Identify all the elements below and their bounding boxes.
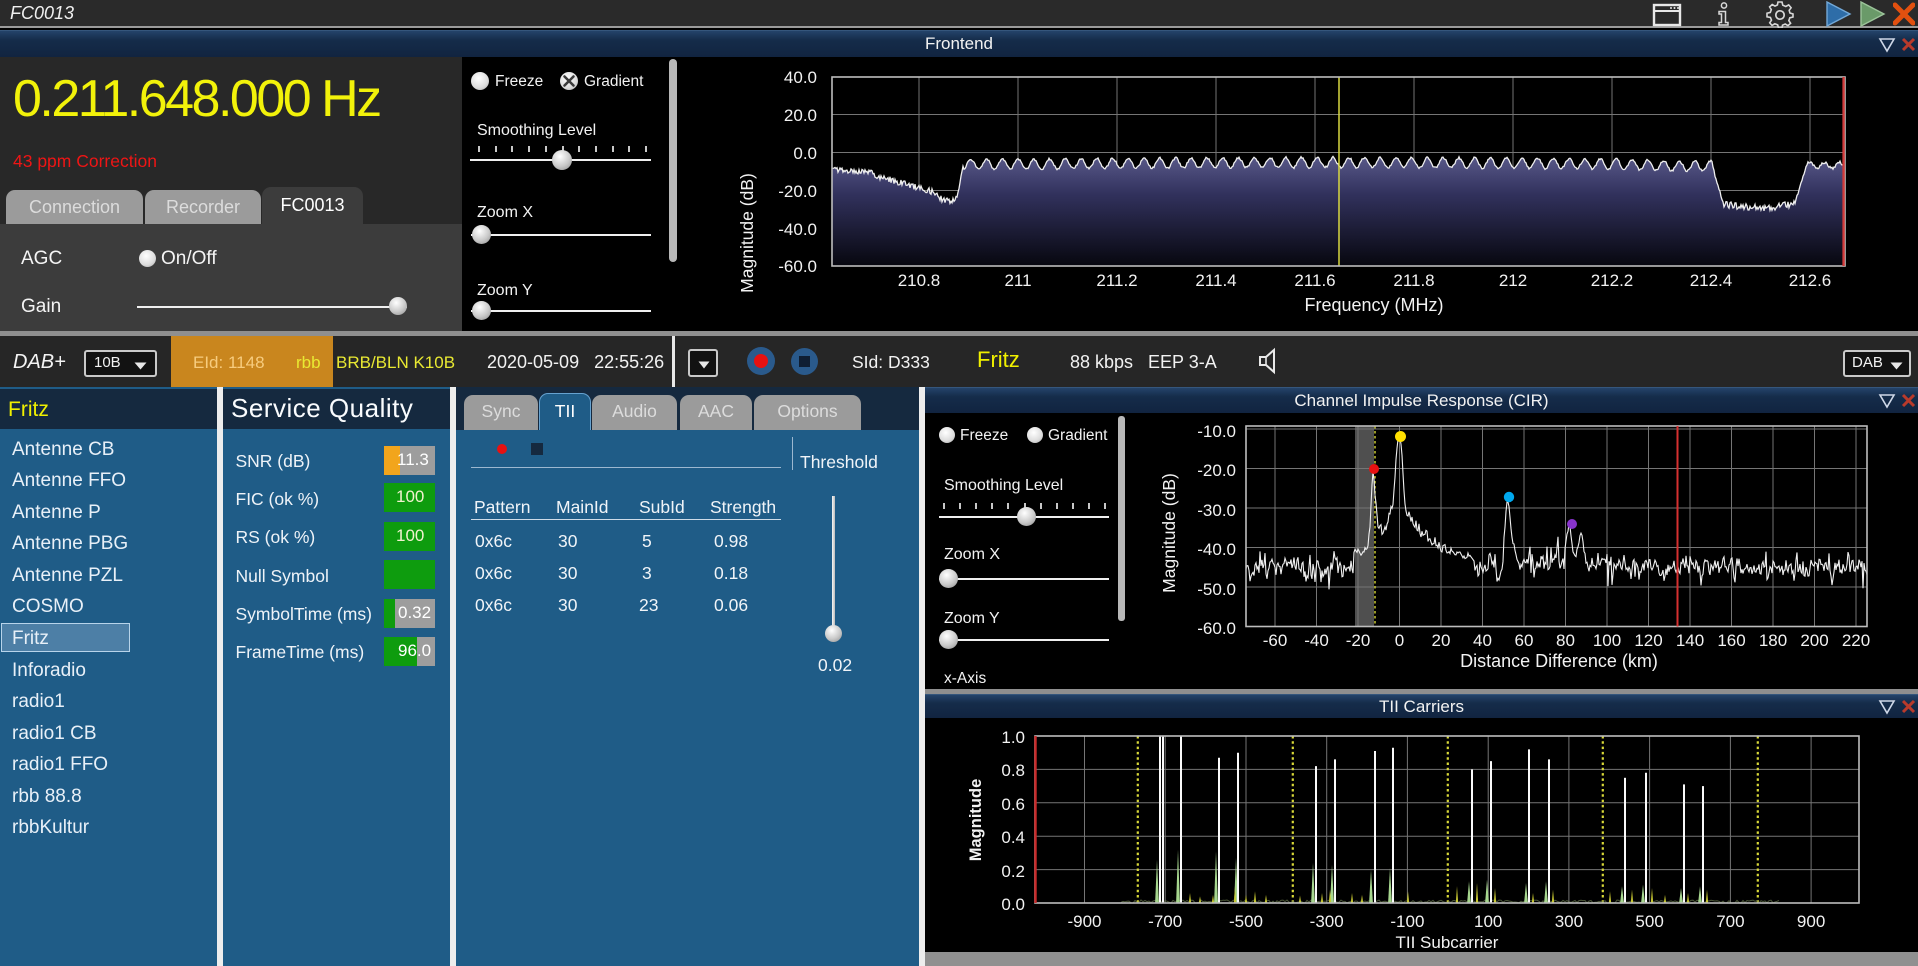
- svg-text:212.2: 212.2: [1591, 271, 1634, 290]
- svg-text:160: 160: [1717, 631, 1745, 650]
- svg-text:300: 300: [1555, 912, 1583, 931]
- svg-text:Magnitude: Magnitude: [967, 779, 985, 862]
- svg-text:1.0: 1.0: [1001, 728, 1025, 747]
- svg-text:212: 212: [1499, 271, 1527, 290]
- svg-text:-30.0: -30.0: [1197, 501, 1236, 520]
- svg-text:211.4: 211.4: [1195, 271, 1236, 290]
- svg-text:100: 100: [1474, 912, 1502, 931]
- svg-text:212.4: 212.4: [1690, 271, 1733, 290]
- svg-text:-40.0: -40.0: [778, 220, 817, 239]
- svg-text:0.2: 0.2: [1001, 862, 1025, 881]
- svg-text:-900: -900: [1067, 912, 1101, 931]
- svg-text:100: 100: [1593, 631, 1621, 650]
- svg-text:900: 900: [1797, 912, 1825, 931]
- svg-text:-300: -300: [1310, 912, 1344, 931]
- svg-text:40: 40: [1473, 631, 1492, 650]
- svg-text:211.6: 211.6: [1294, 271, 1335, 290]
- svg-text:-20.0: -20.0: [1197, 461, 1236, 480]
- svg-text:140: 140: [1676, 631, 1704, 650]
- svg-text:-50.0: -50.0: [1197, 580, 1236, 599]
- svg-text:0: 0: [1395, 631, 1404, 650]
- svg-text:0.6: 0.6: [1001, 795, 1025, 814]
- svg-text:-60.0: -60.0: [778, 257, 817, 276]
- svg-text:200: 200: [1800, 631, 1828, 650]
- svg-text:700: 700: [1716, 912, 1744, 931]
- svg-text:20: 20: [1432, 631, 1451, 650]
- svg-text:0.0: 0.0: [793, 144, 817, 163]
- svg-text:Distance Difference (km): Distance Difference (km): [1460, 651, 1658, 671]
- svg-text:-60: -60: [1263, 631, 1288, 650]
- svg-text:-40.0: -40.0: [1197, 540, 1236, 559]
- svg-text:Magnitude (dB): Magnitude (dB): [737, 173, 757, 293]
- svg-text:TII Subcarrier: TII Subcarrier: [1396, 933, 1499, 952]
- svg-text:Magnitude (dB): Magnitude (dB): [1159, 473, 1179, 593]
- svg-text:-20: -20: [1346, 631, 1371, 650]
- svg-text:-20.0: -20.0: [778, 182, 817, 201]
- svg-text:120: 120: [1634, 631, 1662, 650]
- svg-text:40.0: 40.0: [784, 68, 817, 87]
- svg-text:0.0: 0.0: [1001, 895, 1025, 914]
- svg-text:-40: -40: [1304, 631, 1329, 650]
- svg-text:500: 500: [1635, 912, 1663, 931]
- svg-text:-500: -500: [1229, 912, 1263, 931]
- svg-text:180: 180: [1759, 631, 1787, 650]
- svg-text:-100: -100: [1390, 912, 1424, 931]
- svg-text:0.8: 0.8: [1001, 761, 1025, 780]
- svg-text:211: 211: [1004, 271, 1031, 290]
- svg-text:212.6: 212.6: [1789, 271, 1832, 290]
- svg-text:Frequency (MHz): Frequency (MHz): [1304, 295, 1443, 315]
- svg-text:60: 60: [1515, 631, 1534, 650]
- svg-text:210.8: 210.8: [898, 271, 941, 290]
- svg-text:220: 220: [1842, 631, 1870, 650]
- svg-text:211.2: 211.2: [1096, 271, 1137, 290]
- svg-text:-60.0: -60.0: [1197, 619, 1236, 638]
- svg-text:-10.0: -10.0: [1197, 422, 1236, 441]
- svg-text:211.8: 211.8: [1393, 271, 1434, 290]
- svg-text:80: 80: [1556, 631, 1575, 650]
- svg-text:-700: -700: [1148, 912, 1182, 931]
- svg-text:20.0: 20.0: [784, 106, 817, 125]
- svg-text:0.4: 0.4: [1001, 828, 1025, 847]
